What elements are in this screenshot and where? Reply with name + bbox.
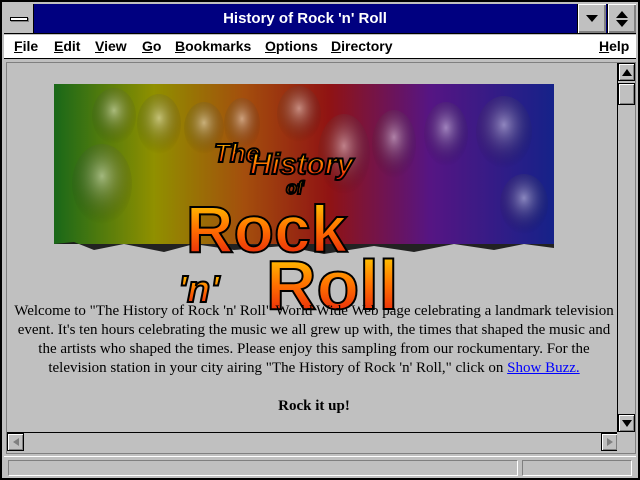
window-title: History of Rock 'n' Roll	[223, 10, 387, 27]
status-message-area	[8, 460, 518, 476]
maximize-button[interactable]	[607, 4, 636, 33]
page-content: The History of Rock 'n' Roll Welcome to …	[8, 64, 618, 432]
scroll-down-button[interactable]	[618, 414, 635, 432]
menu-view[interactable]: View	[95, 38, 127, 54]
progress-indicator	[522, 460, 632, 476]
menu-bar: File Edit View Go Bookmarks Options Dire…	[4, 35, 636, 59]
welcome-paragraph: Welcome to "The History of Rock 'n' Roll…	[14, 302, 614, 378]
tagline: Rock it up!	[278, 398, 350, 414]
arrow-left-icon	[12, 438, 19, 446]
vertical-scrollbar[interactable]	[617, 63, 635, 432]
browser-window: History of Rock 'n' Roll File Edit View …	[0, 0, 640, 480]
minimize-button[interactable]	[577, 4, 606, 33]
arrow-up-icon	[621, 68, 632, 76]
history-of-rock-banner: The History of Rock 'n' Roll	[54, 84, 554, 312]
status-bar	[4, 456, 636, 478]
menu-directory[interactable]: Directory	[331, 38, 392, 54]
title-bar: History of Rock 'n' Roll	[4, 4, 636, 34]
scroll-up-button[interactable]	[618, 63, 635, 81]
system-menu-button[interactable]	[4, 4, 34, 33]
scroll-right-button[interactable]	[601, 433, 618, 451]
banner-history: History	[250, 148, 355, 181]
restore-icon	[616, 10, 628, 27]
arrow-down-icon	[621, 419, 632, 427]
menu-options[interactable]: Options	[265, 38, 318, 54]
arrow-right-icon	[606, 438, 613, 446]
minimize-icon	[586, 15, 598, 22]
menu-help[interactable]: Help	[599, 38, 629, 54]
menu-go[interactable]: Go	[142, 38, 161, 54]
menu-file[interactable]: File	[14, 38, 38, 54]
horizontal-scrollbar[interactable]	[7, 432, 618, 453]
scroll-left-button[interactable]	[7, 433, 24, 451]
vertical-scroll-thumb[interactable]	[618, 83, 635, 105]
content-frame: The History of Rock 'n' Roll Welcome to …	[6, 62, 636, 454]
scrollbar-corner	[617, 432, 635, 453]
menu-bookmarks[interactable]: Bookmarks	[175, 38, 251, 54]
menu-edit[interactable]: Edit	[54, 38, 80, 54]
system-menu-icon	[9, 16, 28, 21]
show-buzz-link[interactable]: Show Buzz.	[507, 360, 580, 376]
